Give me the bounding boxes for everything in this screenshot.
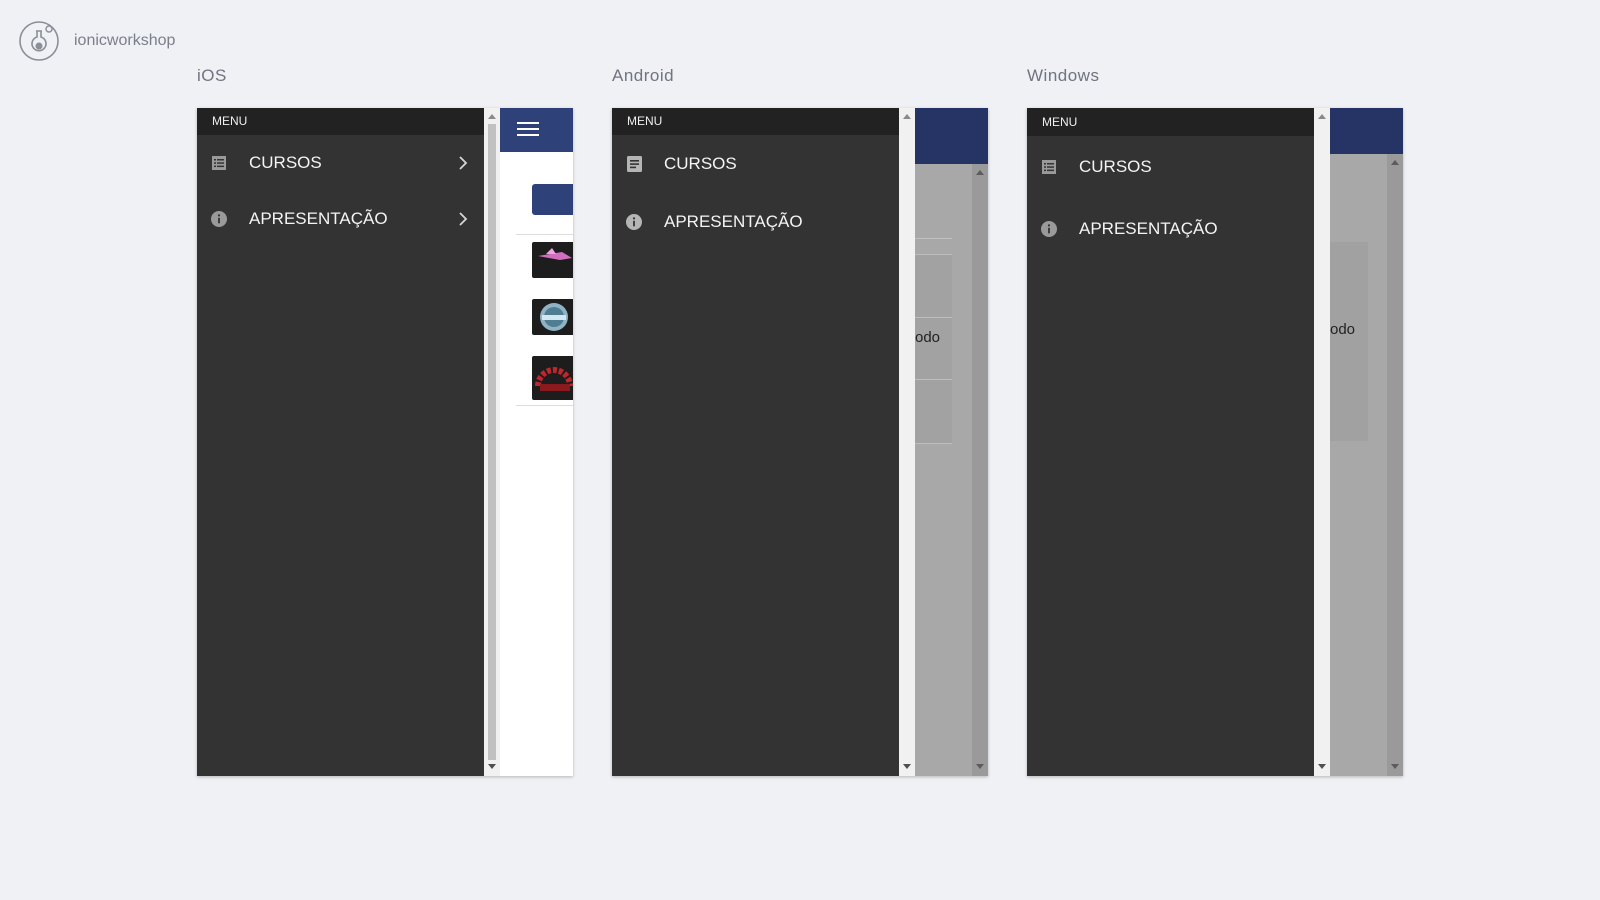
menu-header: MENU [612,108,899,135]
windows-preview: MENU CURSOS APRESENTAÇÃO odo [1027,108,1403,776]
toolbar [1330,108,1403,154]
info-icon [1041,221,1057,237]
toolbar [500,108,573,152]
side-menu: MENU CURSOS APRESENTAÇÃO [1027,108,1314,776]
ios-preview: MENU CURSOS APRESENTAÇÃO [197,108,573,776]
app-content [500,108,573,776]
chevron-right-icon [459,156,468,170]
info-icon [626,214,642,230]
menu-item-label: APRESENTAÇÃO [664,212,803,231]
course-thumbnail[interactable] [532,356,573,400]
menu-item-apresentacao[interactable]: APRESENTAÇÃO [612,193,899,251]
brand[interactable]: ionicworkshop [19,20,175,62]
scrollbar[interactable] [484,108,500,776]
platform-title-android: Android [612,66,675,85]
menu-item-label: APRESENTAÇÃO [1079,219,1218,238]
platform-title-windows: Windows [1027,66,1100,85]
brand-name: ionicworkshop [74,32,176,49]
platform-title-ios: iOS [197,66,227,85]
menu-item-apresentacao[interactable]: APRESENTAÇÃO [1027,198,1314,260]
menu-header: MENU [197,108,484,135]
peek-text: odo [1330,321,1356,338]
content-card [1330,242,1368,441]
action-button[interactable] [532,184,573,215]
app-content: odo [915,108,988,776]
flask-icon [19,21,59,61]
toolbar [915,108,988,164]
course-thumbnail[interactable] [532,299,573,335]
menu-item-label: CURSOS [249,153,322,172]
menu-item-label: CURSOS [664,154,737,173]
menu-item-cursos[interactable]: CURSOS [612,135,899,193]
inner-scrollbar[interactable] [1387,154,1403,776]
menu-item-apresentacao[interactable]: APRESENTAÇÃO [197,191,484,247]
inner-scrollbar[interactable] [972,164,988,776]
menu-icon[interactable] [517,122,539,140]
scrollbar[interactable] [1314,108,1330,776]
list-icon [211,155,227,171]
peek-text: odo [915,329,941,346]
scrollbar[interactable] [899,108,915,776]
menu-item-label: APRESENTAÇÃO [249,209,388,228]
menu-item-cursos[interactable]: CURSOS [197,135,484,191]
document-icon [626,156,642,172]
side-menu: MENU CURSOS APRESENTAÇÃO [612,108,899,776]
course-thumbnail[interactable] [532,242,573,278]
chevron-right-icon [459,212,468,226]
menu-header: MENU [1027,108,1314,136]
list-icon [1041,159,1057,175]
app-content: odo [1330,108,1403,776]
info-icon [211,211,227,227]
side-menu: MENU CURSOS APRESENTAÇÃO [197,108,484,776]
android-preview: MENU CURSOS APRESENTAÇÃO odo [612,108,988,776]
menu-item-label: CURSOS [1079,157,1152,176]
menu-item-cursos[interactable]: CURSOS [1027,136,1314,198]
